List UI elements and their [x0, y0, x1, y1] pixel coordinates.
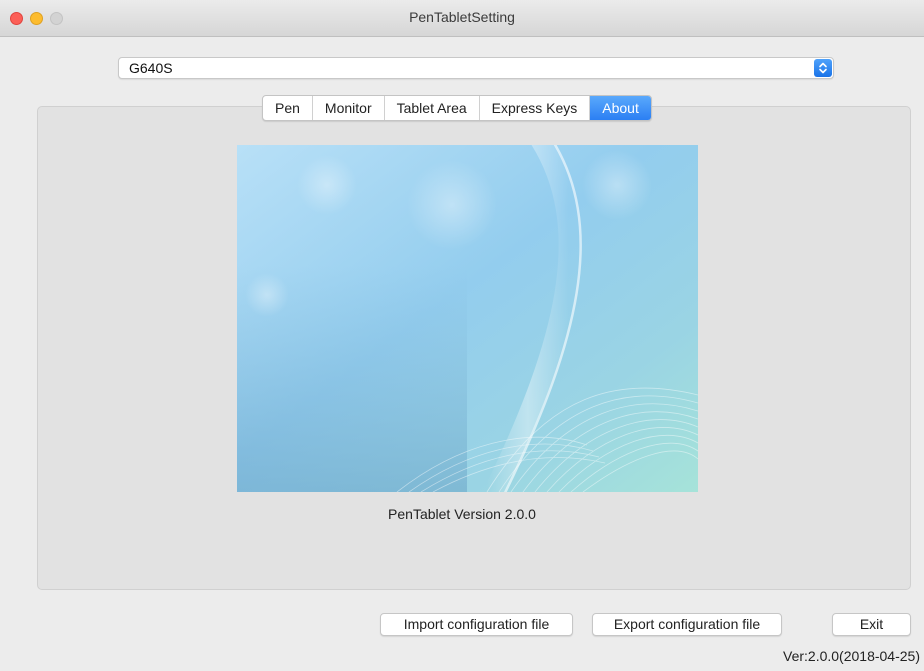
about-splash-image [237, 145, 698, 492]
device-selector-value: G640S [129, 60, 173, 76]
device-selector[interactable]: G640S [118, 57, 834, 79]
tab-monitor[interactable]: Monitor [313, 96, 385, 120]
tab-tablet-area[interactable]: Tablet Area [385, 96, 480, 120]
tab-about[interactable]: About [590, 96, 651, 120]
about-version-text: PenTablet Version 2.0.0 [388, 506, 536, 522]
window-title: PenTabletSetting [409, 9, 515, 25]
up-down-chevron-icon[interactable] [814, 59, 832, 77]
tab-bar: Pen Monitor Tablet Area Express Keys Abo… [262, 95, 652, 121]
tab-pen[interactable]: Pen [263, 96, 313, 120]
title-bar[interactable]: PenTabletSetting [0, 0, 924, 37]
export-config-button[interactable]: Export configuration file [592, 613, 782, 636]
exit-button[interactable]: Exit [832, 613, 911, 636]
app-window: PenTabletSetting G640S Pen Monitor Table… [0, 0, 924, 671]
driver-version-label: Ver:2.0.0(2018-04-25) [783, 648, 920, 664]
tab-express-keys[interactable]: Express Keys [480, 96, 591, 120]
import-config-button[interactable]: Import configuration file [380, 613, 573, 636]
